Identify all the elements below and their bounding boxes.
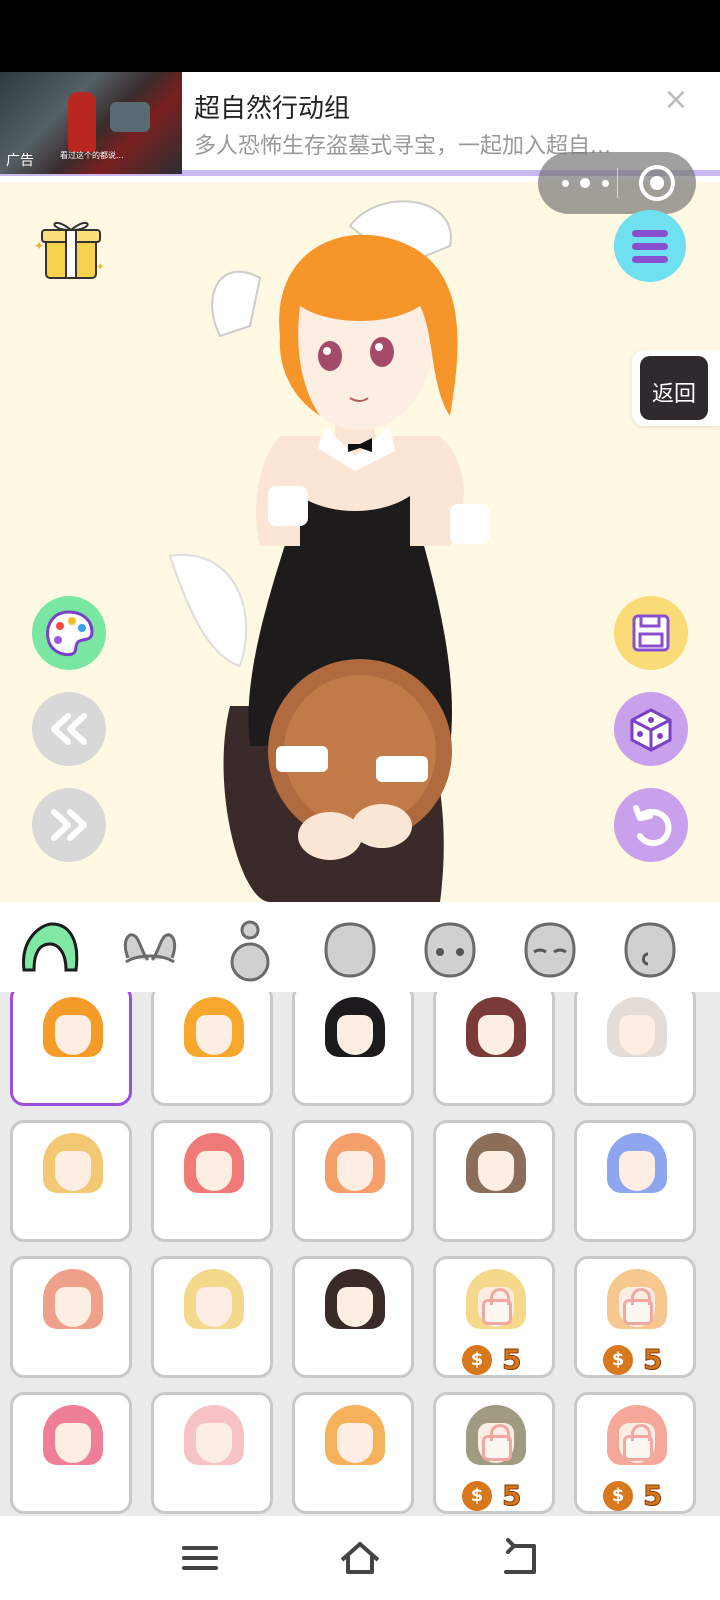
capsule-divider [617,168,618,198]
face-placeholder [55,1287,91,1327]
ad-thumb-prop [110,102,150,132]
face-placeholder [619,1151,655,1191]
hair-item[interactable] [433,1120,555,1242]
hair-item[interactable] [10,1120,132,1242]
hair-item[interactable] [292,1256,414,1378]
system-nav-bar [0,1516,720,1600]
gift-icon[interactable]: ✦ ✦ [32,210,108,280]
ad-thumbnail[interactable]: 看过这个的都说... 广告 [0,72,182,174]
ear-tab-icon[interactable] [618,918,682,982]
status-bar [0,0,720,72]
item-price: 5 [501,1479,522,1512]
hair-item[interactable] [292,1120,414,1242]
ad-thumb-figure [68,92,96,152]
hair-item[interactable] [10,992,132,1106]
hair-item[interactable]: $5 [574,1392,696,1514]
hair-item[interactable]: $5 [433,1392,555,1514]
coin-icon: $ [603,1345,633,1375]
face-placeholder [55,1151,91,1191]
ad-label: 广告 [6,153,34,169]
hair-item[interactable] [574,992,696,1106]
target-circle-icon[interactable] [639,165,675,201]
item-price: 5 [501,1343,522,1376]
hair-tab-icon[interactable] [18,918,82,982]
character-illustration [168,200,490,902]
eyes-tab-icon[interactable] [418,918,482,982]
coin-icon: $ [603,1481,633,1511]
next-icon [51,809,87,841]
lock-icon [482,1288,512,1325]
palette-icon [46,610,94,656]
face-placeholder [337,1151,373,1191]
lock-icon [623,1288,653,1325]
hair-item[interactable] [151,1392,273,1514]
save-icon [632,614,670,652]
svg-text:✦: ✦ [34,239,44,253]
hair-item[interactable]: $5 [574,1256,696,1378]
hair-item[interactable] [292,1392,414,1514]
body-tab-icon[interactable] [218,918,282,982]
back-icon[interactable] [496,1534,544,1582]
coin-icon: $ [462,1481,492,1511]
next-button[interactable] [32,788,106,862]
face-placeholder [55,1015,91,1055]
item-price: 5 [642,1343,663,1376]
face-placeholder [478,1015,514,1055]
random-button[interactable] [614,692,688,766]
more-dots-icon[interactable] [556,166,616,200]
svg-text:✦: ✦ [96,262,104,273]
previous-icon [51,713,87,745]
return-button[interactable]: 返回 [632,350,720,426]
hair-item[interactable] [574,1120,696,1242]
bunny-ears-tab-icon[interactable] [118,918,182,982]
undo-icon [633,805,672,846]
face-placeholder [196,1151,232,1191]
hair-item[interactable] [151,1120,273,1242]
ad-thumb-caption: 看过这个的都说... [60,151,124,160]
face-tab-icon[interactable] [518,918,582,982]
face-placeholder [619,1015,655,1055]
category-tabs [0,902,720,992]
face-placeholder [337,1015,373,1055]
undo-button[interactable] [614,788,688,862]
face-placeholder [337,1287,373,1327]
coin-icon: $ [462,1345,492,1375]
item-grid: $5 $5 $5 $5 [0,992,720,1516]
previous-button[interactable] [32,692,106,766]
hair-item[interactable] [292,992,414,1106]
miniprogram-capsule [538,152,696,214]
face-placeholder [196,1287,232,1327]
palette-button[interactable] [32,596,106,670]
face-placeholder [196,1015,232,1055]
save-button[interactable] [614,596,688,670]
menu-button[interactable] [614,210,686,282]
hair-item[interactable] [151,992,273,1106]
hair-item[interactable] [433,992,555,1106]
lock-icon [623,1424,653,1461]
ad-close-button[interactable]: × [662,85,690,115]
menu-icon [632,230,668,237]
hair-item[interactable] [151,1256,273,1378]
hair-item[interactable]: $5 [433,1256,555,1378]
head-tab-icon[interactable] [318,918,382,982]
hair-item[interactable] [10,1392,132,1514]
face-placeholder [196,1423,232,1463]
menu-icon[interactable] [176,1534,224,1582]
hair-item[interactable] [10,1256,132,1378]
return-button-label: 返回 [651,382,696,407]
face-placeholder [478,1151,514,1191]
face-placeholder [337,1423,373,1463]
face-placeholder [55,1423,91,1463]
item-price: 5 [642,1479,663,1512]
home-icon[interactable] [336,1534,384,1582]
return-button-face: 返回 [640,356,708,420]
lock-icon [482,1424,512,1461]
ad-title[interactable]: 超自然行动组 [194,88,350,125]
dice-icon [630,708,672,752]
